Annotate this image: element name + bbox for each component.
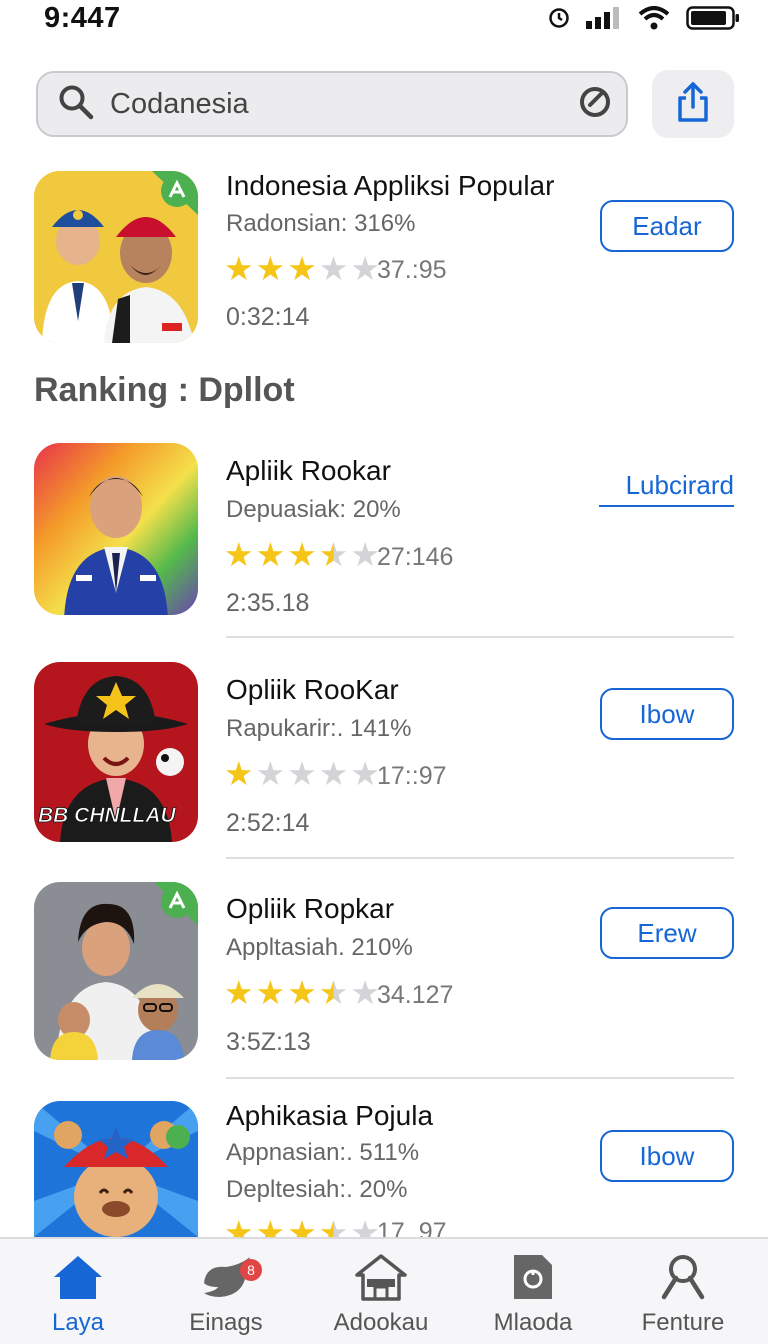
clear-icon[interactable] — [578, 85, 612, 124]
app-icon[interactable]: BB CHNLLAU — [34, 662, 198, 842]
star-icon: ★ — [287, 1216, 317, 1237]
divider — [226, 1077, 734, 1079]
star-icon: ★ — [287, 755, 317, 792]
search-icon — [58, 84, 94, 125]
star-icon: ★ — [318, 250, 349, 287]
star-icon: ★ — [287, 536, 317, 573]
tab-einags[interactable]: 8 Einags — [156, 1239, 296, 1344]
app-subtitle: Rapukarir:. 141% — [226, 715, 412, 742]
star-icon: ★ — [287, 250, 317, 287]
share-button[interactable] — [652, 70, 734, 138]
star-icon: ★ — [318, 536, 349, 573]
store-icon — [355, 1253, 407, 1306]
app-title[interactable]: Indonesia Appliksi Popular — [226, 170, 554, 202]
star-icon: ★ — [255, 536, 286, 573]
person-icon — [660, 1253, 706, 1306]
tab-label: Laya — [51, 1309, 105, 1336]
star-icon: ★ — [255, 250, 286, 287]
star-icon: ★ — [255, 755, 286, 792]
star-icon: ★ — [224, 755, 254, 792]
star-icon: ★ — [224, 250, 254, 287]
star-icon: ★ — [350, 755, 380, 792]
tab-adookau[interactable]: Adookau — [311, 1239, 451, 1344]
wifi-icon — [638, 6, 670, 35]
tab-label: Adookau — [333, 1309, 429, 1336]
app-time: 2:35.18 — [226, 589, 310, 617]
star-rating: ★ ★ ★ ★ ★ — [224, 252, 380, 285]
star-icon: ★ — [224, 1216, 254, 1237]
notification-badge: 8 — [240, 1259, 262, 1281]
star-icon: ★ — [224, 536, 254, 573]
tab-mlaoda[interactable]: Mlaoda — [463, 1239, 603, 1344]
star-icon: ★ — [224, 974, 254, 1011]
star-icon: ★ — [350, 536, 380, 573]
app-subtitle: Appltasiah. 210% — [226, 934, 413, 961]
tab-fenture[interactable]: Fenture — [613, 1239, 753, 1344]
star-icon: ★ — [318, 1216, 349, 1237]
divider — [226, 857, 734, 859]
tab-label: Einags — [189, 1309, 263, 1336]
app-icon[interactable] — [34, 171, 198, 343]
app-subtitle-secondary: Depltesiah:. 20% — [226, 1176, 408, 1203]
tab-laya[interactable]: Laya — [8, 1239, 148, 1344]
app-title[interactable]: Opliik RooKar — [226, 674, 399, 706]
app-title[interactable]: Apliik Rookar — [226, 455, 391, 487]
star-icon: ★ — [350, 974, 380, 1011]
star-icon: ★ — [318, 755, 349, 792]
rating-count: 34.127 — [377, 981, 454, 1009]
star-rating: ★ ★ ★ ★ ★ — [224, 757, 380, 790]
app-title[interactable]: Aphikasia Pojula — [226, 1100, 433, 1132]
get-button[interactable]: Ibow — [600, 1130, 734, 1182]
search-bar[interactable]: Codanesia — [36, 71, 628, 137]
rating-count: 37.:95 — [377, 256, 447, 284]
tab-label: Fenture — [641, 1309, 725, 1336]
rating-count: 17::97 — [377, 762, 447, 790]
app-icon[interactable] — [34, 882, 198, 1060]
get-button[interactable]: Ibow — [600, 688, 734, 740]
search-input[interactable]: Codanesia — [110, 88, 578, 121]
status-icons — [548, 6, 740, 35]
divider — [226, 636, 734, 638]
app-subtitle: Radonsian: 316% — [226, 210, 416, 237]
alarm-icon — [548, 7, 570, 34]
status-time: 9:447 — [44, 2, 121, 34]
star-icon: ★ — [287, 974, 317, 1011]
star-icon: ★ — [350, 1216, 380, 1237]
star-rating: ★ ★ ★ ★ ★ — [224, 538, 380, 571]
star-rating: ★ ★ ★ ★ ★ — [224, 976, 380, 1009]
get-button[interactable]: Erew — [600, 907, 734, 959]
battery-icon — [686, 6, 740, 35]
home-icon — [52, 1253, 104, 1306]
star-rating: ★ ★ ★ ★ ★ — [224, 1216, 380, 1237]
get-button[interactable]: Eadar — [600, 200, 734, 252]
app-subtitle: Appnasian:. 511% — [226, 1139, 420, 1166]
signal-icon — [586, 7, 622, 34]
status-bar: 9:447 — [0, 0, 768, 44]
tab-bar: Laya 8 Einags Adookau Mlaoda Fenture — [0, 1237, 768, 1344]
get-link-button[interactable]: Lubcirard — [599, 470, 734, 507]
app-icon[interactable] — [34, 1101, 198, 1237]
star-icon: ★ — [255, 974, 286, 1011]
rating-count: 17..97 — [377, 1218, 447, 1237]
document-icon — [510, 1253, 556, 1306]
star-icon: ★ — [350, 250, 380, 287]
app-icon-caption: BB CHNLLAU — [38, 804, 176, 827]
app-title[interactable]: Opliik Ropkar — [226, 893, 394, 925]
rating-count: 27:146 — [377, 543, 454, 571]
star-icon: ★ — [318, 974, 349, 1011]
app-subtitle: Depuasiak: 20% — [226, 496, 401, 523]
app-time: 2:52:14 — [226, 809, 310, 837]
share-icon — [675, 81, 711, 128]
app-icon[interactable] — [34, 443, 198, 615]
app-time: 0:32:14 — [226, 303, 310, 331]
section-title: Ranking : Dpllot — [34, 371, 295, 409]
tab-label: Mlaoda — [493, 1309, 573, 1336]
star-icon: ★ — [255, 1216, 286, 1237]
app-time: 3:5Z:13 — [226, 1028, 311, 1056]
